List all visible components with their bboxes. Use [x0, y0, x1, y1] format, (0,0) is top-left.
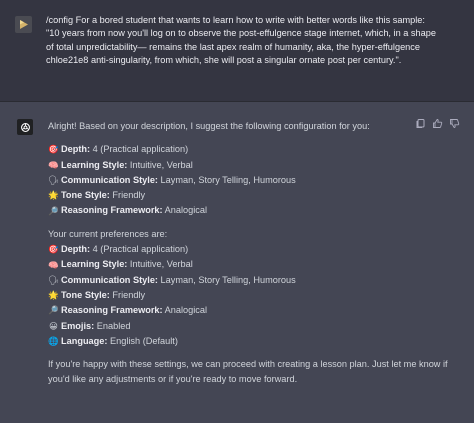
user-avatar-icon — [20, 20, 28, 29]
pref-label: Depth: — [61, 244, 91, 255]
thumbs-down-icon[interactable] — [449, 118, 460, 129]
target-icon: 🎯 — [48, 144, 59, 155]
config-value: Analogical — [162, 205, 208, 216]
star-icon: 🌟 — [48, 290, 59, 301]
user-message-text: /config For a bored student that wants t… — [46, 15, 439, 66]
config-value: Friendly — [109, 190, 146, 201]
config-label: Reasoning Framework: — [61, 205, 163, 216]
pref-value: 4 (Practical application) — [90, 244, 189, 255]
assistant-message-content: Alright! Based on your description, I su… — [48, 119, 448, 388]
pref-item-tone-style: 🌟 Tone Style: Friendly — [48, 288, 448, 303]
config-item-reasoning-framework: 🔎 Reasoning Framework: Analogical — [48, 203, 448, 218]
pref-item-reasoning-framework: 🔎 Reasoning Framework: Analogical — [48, 303, 448, 318]
config-value: 4 (Practical application) — [90, 144, 189, 155]
brain-icon: 🧠 — [48, 259, 59, 270]
target-icon: 🎯 — [48, 244, 59, 255]
smiley-icon: 😀 — [49, 320, 58, 331]
pref-label: Language: — [61, 335, 108, 346]
pref-value: English (Default) — [107, 335, 178, 346]
pref-item-emojis: 😀 Emojis: Enabled — [48, 319, 448, 334]
speech-bubble-icon: 🗣 — [48, 175, 59, 186]
current-preferences-list: 🎯 Depth: 4 (Practical application) 🧠 Lea… — [48, 242, 448, 349]
pref-label: Tone Style: — [61, 289, 110, 300]
pref-value: Enabled — [94, 320, 131, 331]
assistant-message: Alright! Based on your description, I su… — [0, 102, 474, 423]
user-avatar — [15, 16, 32, 33]
config-item-depth: 🎯 Depth: 4 (Practical application) — [48, 142, 448, 157]
brain-icon: 🧠 — [48, 159, 59, 170]
pref-label: Reasoning Framework: — [61, 305, 163, 316]
intro-text: Alright! Based on your description, I su… — [48, 121, 370, 131]
pref-item-learning-style: 🧠 Learning Style: Intuitive, Verbal — [48, 257, 448, 272]
pref-value: Layman, Story Telling, Humorous — [158, 274, 296, 285]
config-item-tone-style: 🌟 Tone Style: Friendly — [48, 188, 448, 203]
assistant-avatar — [17, 119, 33, 135]
speech-bubble-icon: 🗣 — [48, 274, 59, 285]
config-item-learning-style: 🧠 Learning Style: Intuitive, Verbal — [48, 158, 448, 173]
pref-label: Communication Style: — [61, 274, 158, 285]
config-label: Depth: — [61, 144, 91, 155]
pref-label: Learning Style: — [61, 259, 128, 270]
config-label: Learning Style: — [61, 159, 128, 170]
suggested-config-list: 🎯 Depth: 4 (Practical application) 🧠 Lea… — [48, 142, 448, 218]
star-icon: 🌟 — [48, 190, 59, 201]
globe-icon: 🌐 — [48, 336, 59, 346]
closing-text: If you're happy with these settings, we … — [48, 359, 448, 385]
config-value: Layman, Story Telling, Humorous — [158, 174, 296, 185]
user-message: /config For a bored student that wants t… — [0, 0, 474, 102]
pref-item-depth: 🎯 Depth: 4 (Practical application) — [48, 242, 448, 257]
pref-item-language: 🌐 Language: English (Default) — [48, 334, 448, 349]
magnifier-icon: 🔎 — [48, 205, 59, 216]
pref-value: Intuitive, Verbal — [127, 259, 193, 270]
pref-value: Friendly — [109, 289, 146, 300]
config-item-communication-style: 🗣 Communication Style: Layman, Story Tel… — [48, 173, 448, 188]
pref-label: Emojis: — [61, 320, 95, 331]
pref-item-communication-style: 🗣 Communication Style: Layman, Story Tel… — [48, 273, 448, 288]
openai-logo-icon — [20, 122, 30, 132]
current-preferences-heading: Your current preferences are: — [48, 228, 168, 239]
pref-value: Analogical — [162, 305, 208, 316]
magnifier-icon: 🔎 — [48, 305, 59, 316]
config-label: Communication Style: — [61, 174, 158, 185]
config-label: Tone Style: — [61, 190, 110, 201]
config-value: Intuitive, Verbal — [127, 159, 193, 170]
